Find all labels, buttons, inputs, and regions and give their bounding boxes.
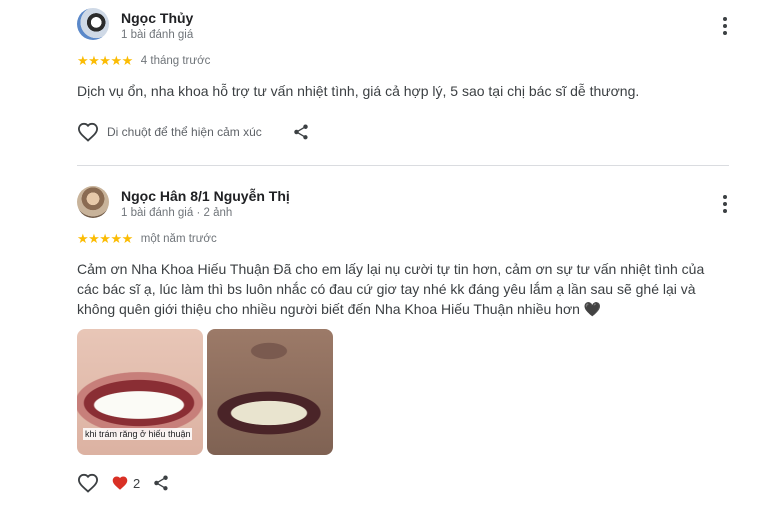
avatar[interactable] [77,186,109,218]
rating-row: ★★★★★ 4 tháng trước [77,53,211,68]
reaction-count: 2 [133,475,141,491]
share-icon[interactable] [152,474,170,492]
divider [77,165,729,166]
review-photo[interactable] [207,329,333,455]
review-photos: khi trám răng ở hiếu thuận [77,329,337,455]
more-options-icon[interactable] [717,192,733,216]
photo-caption: khi trám răng ở hiếu thuận [83,428,193,440]
star-rating: ★★★★★ [77,53,133,68]
heart-outline-icon[interactable] [77,122,99,142]
reaction-hint: Di chuột để thể hiện cảm xúc [107,125,262,139]
review-text: Cảm ơn Nha Khoa Hiếu Thuận Đã cho em lấy… [77,261,705,317]
avatar[interactable] [77,8,109,40]
reviewer-meta: 1 bài đánh giá · 2 ảnh [121,207,233,219]
review-time: một năm trước [140,233,217,245]
review-actions: Di chuột để thể hiện cảm xúc [77,122,310,142]
reviewer-name[interactable]: Ngọc Hân 8/1 Nguyễn Thị [121,188,290,204]
review-time: 4 tháng trước [140,55,211,67]
review-photo[interactable]: khi trám răng ở hiếu thuận [77,329,203,455]
heart-outline-icon[interactable] [77,473,99,493]
share-icon[interactable] [292,123,310,141]
reviewer-name[interactable]: Ngọc Thủy [121,10,193,26]
review-text: Dịch vụ ổn, nha khoa hỗ trợ tư vấn nhiệt… [77,83,640,99]
reviewer-meta: 1 bài đánh giá [121,29,194,41]
star-rating: ★★★★★ [77,231,133,246]
review-actions: 2 [77,473,170,493]
more-options-icon[interactable] [717,14,733,38]
rating-row: ★★★★★ một năm trước [77,231,217,246]
heart-filled-icon[interactable] [111,475,129,491]
